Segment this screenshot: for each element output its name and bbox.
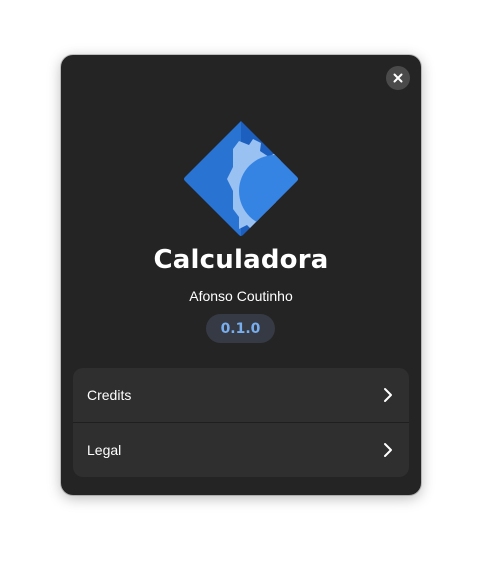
about-dialog: Calculadora Afonso Coutinho 0.1.0 Credit… xyxy=(61,55,421,495)
close-button[interactable] xyxy=(386,66,410,90)
legal-label: Legal xyxy=(87,442,122,458)
close-icon xyxy=(393,73,403,83)
about-links-list: Credits Legal xyxy=(73,368,409,477)
credits-row[interactable]: Credits xyxy=(73,368,409,422)
developer-name: Afonso Coutinho xyxy=(189,288,293,304)
legal-row[interactable]: Legal xyxy=(73,422,409,477)
chevron-right-icon xyxy=(384,388,392,402)
version-badge[interactable]: 0.1.0 xyxy=(206,314,275,343)
chevron-right-icon xyxy=(384,443,392,457)
app-name: Calculadora xyxy=(153,245,329,275)
calculator-app-icon xyxy=(184,121,298,236)
credits-label: Credits xyxy=(87,387,132,403)
